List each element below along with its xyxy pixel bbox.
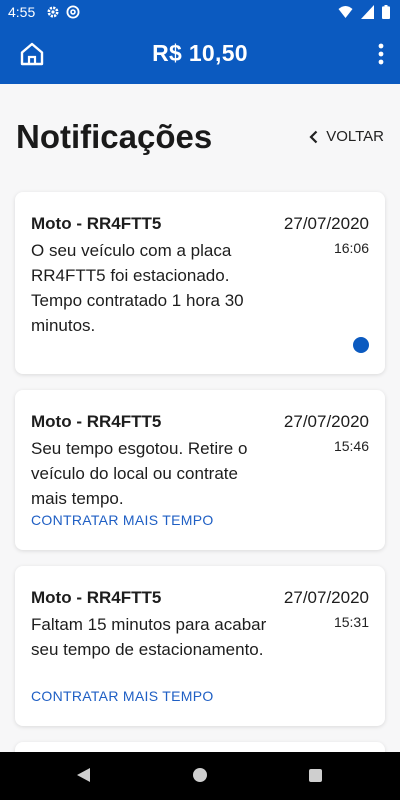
battery-icon — [382, 5, 390, 24]
nav-back-icon — [77, 768, 90, 782]
notifications-screen: Notificações VOLTAR Moto - RR4FTT5 27/07… — [0, 84, 400, 752]
nav-home-icon[interactable] — [193, 768, 207, 782]
more-vert-icon — [378, 43, 384, 65]
status-bar: 4:55 — [0, 0, 400, 24]
notification-time: 15:31 — [333, 614, 369, 630]
unread-indicator — [353, 337, 369, 353]
contract-more-time-link[interactable]: CONTRATAR MAIS TEMPO — [31, 688, 214, 704]
notification-card[interactable] — [15, 742, 385, 752]
notification-message: Seu tempo esgotou. Retire o veículo do l… — [31, 439, 248, 508]
notification-date: 27/07/2020 — [283, 588, 369, 607]
notification-time: 16:06 — [333, 240, 369, 256]
contract-more-time-link[interactable]: CONTRATAR MAIS TEMPO — [31, 512, 214, 528]
notification-date: 27/07/2020 — [283, 412, 369, 431]
nav-recent-icon[interactable] — [309, 769, 322, 782]
notification-message: O seu veículo com a placa RR4FTT5 foi es… — [31, 241, 244, 335]
app-bar: R$ 10,50 — [0, 24, 400, 84]
signal-icon — [361, 5, 374, 24]
more-options-button[interactable] — [376, 43, 386, 67]
notification-time: 15:46 — [333, 438, 369, 454]
chevron-left-icon — [309, 130, 318, 143]
balance-amount: R$ 10,50 — [152, 40, 248, 66]
system-navigation-bar — [0, 752, 400, 800]
page-title: Notificações — [16, 118, 213, 155]
notification-date: 27/07/2020 — [283, 214, 369, 233]
back-button[interactable]: VOLTAR — [309, 128, 384, 145]
back-label: VOLTAR — [326, 128, 384, 145]
notification-message: Faltam 15 minutos para acabar seu tempo … — [31, 615, 267, 659]
gear-icon — [46, 5, 60, 24]
notification-title: Moto - RR4FTT5 — [31, 588, 162, 607]
nav-back-button[interactable] — [76, 767, 91, 788]
wifi-icon — [338, 5, 353, 24]
notification-card[interactable]: Moto - RR4FTT5 27/07/2020 15:31 Faltam 1… — [15, 566, 385, 726]
notification-card[interactable]: Moto - RR4FTT5 27/07/2020 16:06 O seu ve… — [15, 192, 385, 374]
notification-title: Moto - RR4FTT5 — [31, 214, 162, 233]
notification-title: Moto - RR4FTT5 — [31, 412, 162, 431]
status-time: 4:55 — [8, 4, 36, 20]
at-icon — [66, 5, 80, 24]
notification-card[interactable]: Moto - RR4FTT5 27/07/2020 15:46 Seu temp… — [15, 390, 385, 550]
